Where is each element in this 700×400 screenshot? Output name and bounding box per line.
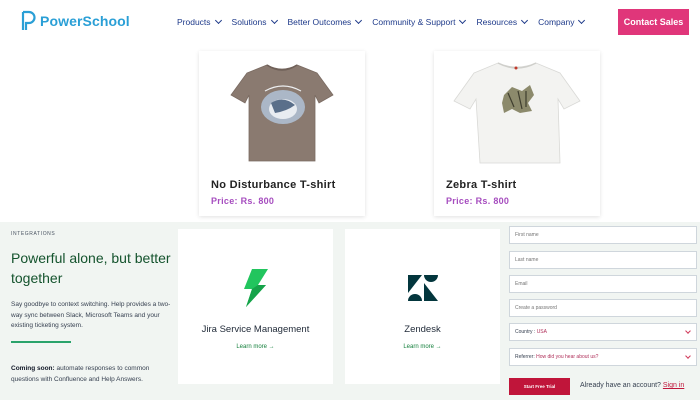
nav-item-label: Company (538, 17, 575, 27)
coming-soon-text: Coming soon: automate responses to commo… (11, 364, 171, 385)
coming-soon-label: Coming soon: (11, 365, 55, 372)
referral-select[interactable]: Referrer: How did you hear about us? (509, 348, 697, 366)
product-price: Price: Rs. 800 (446, 196, 510, 206)
integration-card-zendesk[interactable]: Zendesk Learn more → (345, 229, 500, 384)
accent-divider (11, 341, 71, 343)
country-value: USA (536, 329, 547, 335)
product-card[interactable]: Zebra T-shirt Price: Rs. 800 (434, 51, 600, 216)
chevron-down-icon (355, 16, 363, 25)
top-navigation: PowerSchool Products Solutions Better Ou… (0, 0, 700, 46)
nav-item-solutions[interactable]: Solutions (231, 16, 278, 27)
powerschool-logo[interactable]: PowerSchool (20, 10, 130, 32)
tshirt-image (434, 51, 600, 169)
main-menu: Products Solutions Better Outcomes Commu… (177, 16, 595, 27)
account-text: Already have an account? (580, 382, 663, 389)
learn-more-link[interactable]: Learn more → (345, 344, 500, 350)
last-name-field[interactable] (509, 251, 697, 269)
integration-title: Zendesk (404, 324, 441, 335)
zendesk-icon (408, 275, 438, 301)
nav-item-label: Solutions (231, 17, 267, 27)
nav-item-label: Better Outcomes (287, 17, 352, 27)
referral-label: Referrer: (515, 354, 537, 360)
nav-item-products[interactable]: Products (177, 16, 222, 27)
chevron-down-icon (270, 16, 278, 25)
country-label: Country : (515, 329, 537, 335)
section-description: Say goodbye to context switching. Help p… (11, 301, 171, 329)
nav-item-better-outcomes[interactable]: Better Outcomes (287, 16, 363, 27)
chevron-down-icon (521, 16, 529, 25)
referral-select-text: Referrer: How did you hear about us? (515, 354, 598, 360)
product-name: No Disturbance T-shirt (211, 179, 336, 191)
password-field[interactable] (509, 299, 697, 317)
sign-in-link[interactable]: Sign in (663, 382, 684, 389)
referral-question: How did you hear about us? (536, 354, 599, 360)
integration-title: Jira Service Management (201, 324, 310, 335)
chevron-down-icon (685, 328, 691, 334)
start-free-trial-button[interactable]: Start Free Trial (509, 378, 570, 395)
learn-more-link[interactable]: Learn more → (178, 344, 333, 350)
section-headline: Powerful alone, but better together (11, 250, 171, 286)
chevron-down-icon (685, 353, 691, 359)
contact-sales-button[interactable]: Contact Sales (618, 9, 689, 35)
nav-item-company[interactable]: Company (538, 16, 586, 27)
chevron-down-icon (578, 16, 586, 25)
section-eyebrow: INTEGRATIONS (11, 231, 56, 237)
account-prompt: Already have an account? Sign in (580, 382, 684, 389)
integration-card-jira[interactable]: Jira Service Management Learn more → (178, 229, 333, 384)
country-select-text: Country : USA (515, 329, 547, 335)
nav-item-resources[interactable]: Resources (476, 16, 529, 27)
nav-item-label: Resources (476, 17, 518, 27)
product-name: Zebra T-shirt (446, 179, 517, 191)
logo-text: PowerSchool (40, 13, 130, 29)
nav-item-label: Products (177, 17, 211, 27)
first-name-field[interactable] (509, 226, 697, 244)
tshirt-image (199, 51, 365, 169)
product-price: Price: Rs. 800 (211, 196, 275, 206)
jira-icon (244, 269, 268, 307)
chevron-down-icon (459, 16, 467, 25)
country-select[interactable]: Country : USA (509, 323, 697, 341)
nav-item-community-support[interactable]: Community & Support (372, 16, 467, 27)
nav-item-label: Community & Support (372, 17, 456, 27)
chevron-down-icon (214, 16, 222, 25)
email-field[interactable] (509, 275, 697, 293)
product-card[interactable]: No Disturbance T-shirt Price: Rs. 800 (199, 51, 365, 216)
powerschool-logo-icon (21, 10, 36, 30)
